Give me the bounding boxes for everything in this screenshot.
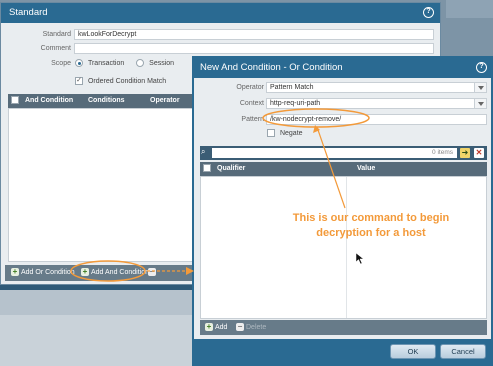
cancel-button[interactable]: Cancel [440, 344, 486, 359]
select-all-checkbox[interactable] [203, 164, 211, 172]
negate-label: Negate [279, 130, 303, 137]
ordered-match-checkbox[interactable]: ✓ [75, 77, 83, 86]
add-and-condition-label: Add And Condition [91, 268, 149, 276]
delete-condition-button[interactable]: − [148, 268, 158, 276]
add-button[interactable]: + Add [205, 323, 227, 331]
qualifier-table-header: Qualifier Value [200, 162, 487, 176]
dialog-button-bar: OK Cancel [194, 339, 491, 364]
scope-radio-group: Transaction Session [75, 58, 205, 70]
comment-input[interactable] [74, 43, 434, 54]
scope-transaction-radio[interactable] [75, 59, 83, 68]
qualifier-table-body [200, 176, 487, 319]
background-bar [446, 0, 493, 18]
annotation-line-2: decryption for a host [316, 227, 426, 239]
background-bottom-lower [0, 315, 193, 366]
add-or-condition-label: Add Or Condition [21, 268, 75, 276]
comment-label: Comment [40, 45, 71, 52]
arrow-right-icon[interactable]: ➜ [460, 148, 470, 158]
context-value: http-req-uri-path [270, 100, 321, 107]
minus-icon: − [148, 267, 156, 276]
search-icon: ⌕ [201, 147, 206, 156]
col-qualifier[interactable]: Qualifier [217, 165, 245, 172]
standard-name-input[interactable]: kwLookForDecrypt [74, 29, 434, 40]
add-label: Add [215, 323, 228, 331]
condition-table-body [8, 108, 193, 262]
plus-icon: + [11, 267, 19, 276]
items-count: 0 items [432, 149, 453, 156]
chevron-down-icon[interactable] [474, 83, 486, 92]
help-icon[interactable]: ? [423, 7, 434, 18]
standard-title: Standard [9, 7, 48, 18]
standard-title-bar: Standard ? [1, 3, 440, 23]
close-icon[interactable]: ✕ [474, 148, 484, 158]
col-and-condition[interactable]: And Condition [25, 97, 73, 104]
negate-row: Negate [267, 128, 347, 140]
ok-button[interactable]: OK [390, 344, 436, 359]
select-all-checkbox[interactable] [11, 96, 19, 104]
minus-icon: − [236, 322, 244, 331]
annotation-line-1: This is our command to begin [292, 212, 450, 224]
column-divider [346, 177, 347, 318]
ordered-match-row: ✓ Ordered Condition Match [75, 76, 195, 88]
context-select[interactable]: http-req-uri-path [266, 98, 487, 109]
scope-transaction-label: Transaction [87, 60, 125, 67]
search-input[interactable]: 0 items [212, 148, 457, 158]
chevron-down-icon[interactable] [474, 99, 486, 108]
col-conditions[interactable]: Conditions [88, 97, 125, 104]
annotation-text: This is our command to begin decryption … [282, 211, 460, 241]
scope-label: Scope [51, 60, 71, 67]
qualifier-toolbar: ⌕ 0 items ➜ ✕ [200, 146, 487, 160]
context-label: Context [239, 100, 264, 107]
qualifier-footer-bar: + Add − Delete [200, 320, 487, 335]
operator-label: Operator [236, 84, 264, 91]
dialog-title-bar: New And Condition - Or Condition ? [194, 58, 491, 78]
add-or-condition-button[interactable]: + Add Or Condition [11, 268, 75, 276]
col-operator[interactable]: Operator [150, 97, 180, 104]
dialog-title: New And Condition - Or Condition [200, 62, 343, 73]
plus-icon: + [205, 322, 213, 331]
pattern-label: Pattern [241, 116, 264, 123]
scope-session-radio[interactable] [136, 59, 145, 68]
add-and-condition-button[interactable]: + Add And Condition [81, 268, 149, 276]
plus-icon: + [81, 267, 89, 276]
delete-button[interactable]: − Delete [236, 323, 266, 331]
negate-checkbox[interactable] [267, 129, 275, 138]
help-icon[interactable]: ? [476, 62, 487, 73]
operator-value: Pattern Match [270, 84, 314, 91]
pattern-input[interactable]: /kw-nodecrypt-remove/ [266, 114, 487, 125]
delete-label: Delete [246, 323, 267, 331]
ordered-match-label: Ordered Condition Match [87, 78, 167, 85]
scope-session-label: Session [149, 60, 175, 67]
standard-label: Standard [42, 31, 71, 38]
col-value[interactable]: Value [357, 165, 375, 172]
operator-select[interactable]: Pattern Match [266, 82, 487, 93]
condition-table-header: And Condition Conditions Operator [8, 94, 193, 108]
